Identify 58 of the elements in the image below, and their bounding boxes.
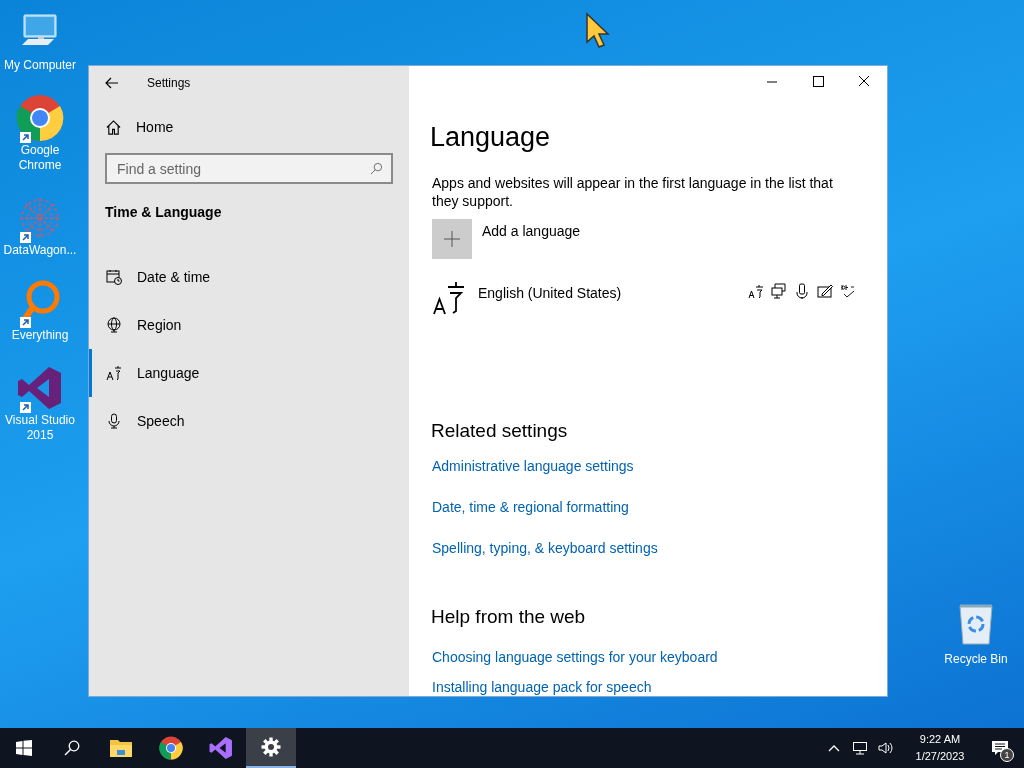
chevron-up-icon[interactable] [828, 744, 840, 752]
taskbar-app-button[interactable] [246, 728, 296, 768]
nav-item[interactable]: Language [89, 349, 409, 397]
shortcut-arrow-icon [20, 232, 31, 243]
add-language-label[interactable]: Add a language [482, 221, 581, 259]
language-icon [432, 281, 466, 315]
network-icon[interactable] [852, 741, 868, 755]
desktop-icon-label[interactable]: Recycle Bin [944, 650, 1008, 668]
recycle-bin-icon[interactable] [956, 602, 996, 646]
section-heading: Help from the web [431, 604, 587, 629]
clock-time[interactable]: 9:22 AM [919, 731, 961, 748]
notification-count: 1 [1000, 748, 1014, 762]
link[interactable]: Choosing language settings for your keyboard [432, 647, 718, 668]
section-heading: Time & Language [105, 203, 223, 222]
language-name[interactable]: English (United States) [478, 283, 748, 304]
vs-icon [209, 736, 233, 760]
chrome-icon [159, 736, 183, 760]
spelling-icon [840, 283, 856, 299]
chrome-icon[interactable] [16, 94, 64, 142]
description-text: Apps and websites will appear in the first language in the list that they support. [432, 174, 834, 210]
globe-icon [106, 317, 122, 333]
language-row[interactable]: English (United States) [432, 279, 887, 329]
datawagon-icon[interactable] [18, 196, 62, 240]
gear-icon [261, 737, 281, 757]
mic-icon [106, 413, 122, 429]
search-icon [370, 162, 383, 175]
home-icon [106, 119, 121, 135]
language-icon [106, 365, 122, 381]
link[interactable]: Spelling, typing, & keyboard settings [432, 537, 658, 559]
window-title: Settings [147, 75, 191, 92]
notification-button[interactable]: 1 [976, 728, 1024, 768]
handwriting-icon [817, 283, 833, 299]
plus-icon [444, 231, 460, 247]
windows-logo-icon[interactable] [16, 740, 32, 756]
link[interactable]: Installing language pack for speech [432, 677, 652, 698]
shortcut-arrow-icon [20, 132, 31, 143]
mouse-cursor-icon [585, 12, 611, 50]
section-heading: Related settings [431, 419, 569, 443]
nav-item[interactable]: Speech [89, 397, 409, 445]
home-link[interactable]: Home [136, 116, 174, 138]
page-heading: Language [430, 121, 552, 154]
back-arrow-icon[interactable] [105, 77, 119, 89]
vs-icon[interactable] [17, 365, 63, 411]
link[interactable]: Date, time & regional formatting [432, 496, 629, 518]
mic-icon [794, 283, 810, 299]
folder-icon [109, 738, 133, 758]
search-icon[interactable] [64, 740, 80, 756]
nav-item[interactable]: Date & time [89, 253, 409, 301]
shortcut-arrow-icon [20, 317, 31, 328]
calendar-icon [106, 269, 122, 285]
link[interactable]: Administrative language settings [432, 455, 634, 477]
clock-date[interactable]: 1/27/2023 [915, 748, 965, 765]
volume-icon[interactable] [878, 741, 894, 755]
desktop-icon-label[interactable]: My Computer [4, 58, 76, 73]
search-field[interactable]: Find a setting [105, 153, 393, 184]
desktop-icon-label[interactable]: Google Chrome [0, 143, 80, 173]
shortcut-arrow-icon [20, 402, 31, 413]
nav-item[interactable]: Region [89, 301, 409, 349]
